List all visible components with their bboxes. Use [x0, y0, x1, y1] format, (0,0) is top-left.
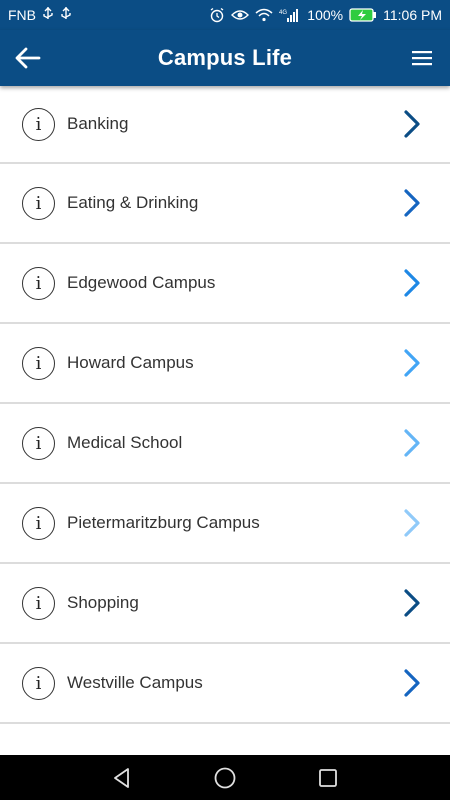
chevron-right-icon — [404, 589, 420, 617]
info-icon: i — [22, 266, 55, 300]
battery-charging-icon — [349, 8, 377, 22]
info-icon: i — [22, 586, 55, 620]
status-bar: FNB 4G 100% 11:06 PM — [0, 0, 450, 30]
nav-home-button[interactable] — [205, 758, 245, 798]
list-item-pietermaritzburg-campus[interactable]: i Pietermaritzburg Campus — [0, 484, 450, 564]
back-arrow-icon — [15, 47, 41, 69]
info-icon: i — [22, 186, 55, 220]
info-icon: i — [22, 506, 55, 540]
hamburger-menu-icon — [412, 51, 432, 66]
chevron-right-icon — [404, 669, 420, 697]
list-item-label: Banking — [67, 114, 129, 133]
list-item-label: Medical School — [67, 433, 183, 452]
page-title: Campus Life — [157, 45, 293, 70]
usb-icon — [60, 6, 72, 24]
status-right: 4G 100% 11:06 PM — [209, 7, 442, 23]
chevron-right-icon — [404, 349, 420, 377]
list-item-label: Pietermaritzburg Campus — [67, 513, 260, 532]
clock: 11:06 PM — [383, 7, 442, 23]
list-item-label: Howard Campus — [67, 353, 194, 372]
eye-icon — [231, 8, 250, 22]
signal-icon: 4G — [279, 8, 301, 22]
system-nav-bar — [0, 755, 450, 800]
chevron-right-icon — [404, 269, 420, 297]
usb-icon — [42, 6, 54, 24]
list-item-label: Westville Campus — [67, 673, 203, 692]
list-item-label: Edgewood Campus — [67, 273, 216, 292]
circle-home-icon — [214, 767, 236, 788]
chevron-right-icon — [404, 429, 420, 457]
nav-recents-button[interactable] — [308, 758, 348, 798]
wifi-icon — [255, 8, 273, 22]
network-label: 4G — [279, 10, 287, 16]
list-item-label: Eating & Drinking — [67, 193, 199, 212]
info-icon: i — [22, 666, 55, 700]
menu-button[interactable] — [402, 38, 442, 78]
list-item-label: Shopping — [67, 593, 139, 612]
status-left: FNB — [8, 6, 72, 24]
list-item-edgewood-campus[interactable]: i Edgewood Campus — [0, 244, 450, 324]
battery-percent: 100% — [307, 7, 344, 23]
carrier-label: FNB — [8, 7, 36, 23]
list-item-westville-campus[interactable]: i Westville Campus — [0, 644, 450, 724]
square-recents-icon — [319, 768, 338, 787]
chevron-right-icon — [404, 509, 420, 537]
triangle-back-icon — [113, 767, 129, 788]
list-item-howard-campus[interactable]: i Howard Campus — [0, 324, 450, 404]
chevron-right-icon — [404, 189, 420, 217]
app-bar: Campus Life — [0, 30, 450, 86]
info-icon: i — [22, 107, 55, 141]
list-item-shopping[interactable]: i Shopping — [0, 564, 450, 644]
campus-list: i Banking i Eating & Drinking i Edgewood… — [0, 86, 450, 755]
list-item-banking[interactable]: i Banking — [0, 86, 450, 164]
back-button[interactable] — [8, 38, 48, 78]
info-icon: i — [22, 426, 55, 460]
nav-back-button[interactable] — [102, 758, 142, 798]
list-item-eating-drinking[interactable]: i Eating & Drinking — [0, 164, 450, 244]
chevron-right-icon — [404, 110, 420, 138]
alarm-icon — [209, 7, 225, 23]
list-item-medical-school[interactable]: i Medical School — [0, 404, 450, 484]
info-icon: i — [22, 346, 55, 380]
